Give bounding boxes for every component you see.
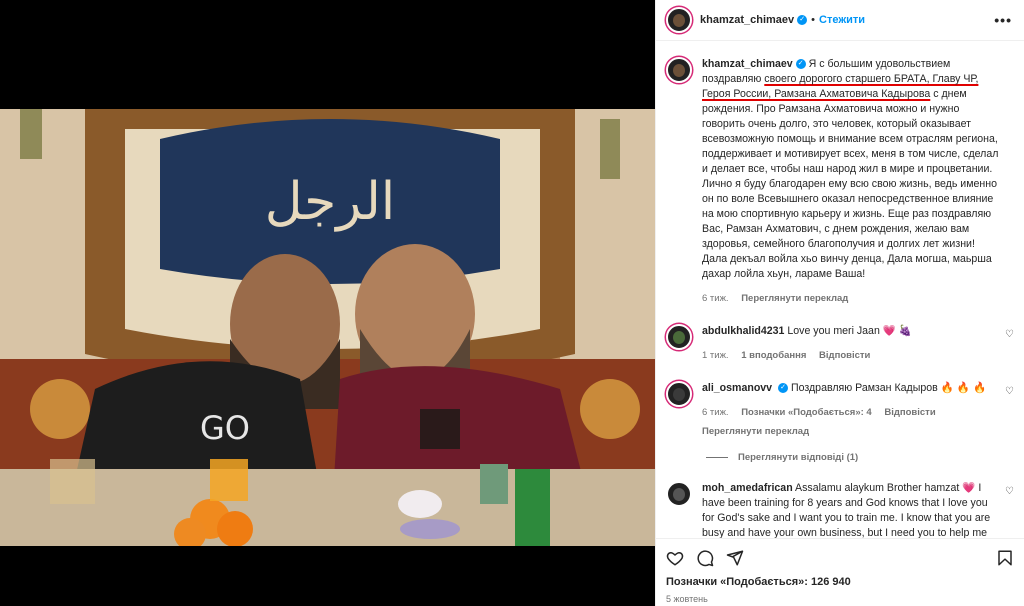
- post-side-panel: khamzat_chimaev ✓ • Стежити ••• khamzat_…: [655, 0, 1024, 606]
- like-comment-heart-icon[interactable]: ♡: [1005, 486, 1014, 497]
- verified-icon: ✓: [797, 15, 808, 25]
- caption-username[interactable]: khamzat_chimaev: [702, 58, 793, 70]
- comment-translate-link[interactable]: Переглянути переклад: [702, 426, 809, 437]
- caption-translate-link[interactable]: Переглянути переклад: [741, 293, 848, 304]
- media-panel: ﺍﻟﺮﺟﻞ GO: [0, 0, 655, 606]
- svg-text:GO: GO: [200, 409, 250, 447]
- comments-list[interactable]: khamzat_chimaev ✓ Я с большим удовольстви…: [656, 42, 1024, 538]
- comment-text: Поздравляю Рамзан Кадыров 🔥 🔥 🔥: [790, 382, 987, 394]
- commenter-avatar[interactable]: [666, 324, 692, 350]
- more-options-icon[interactable]: •••: [994, 12, 1012, 28]
- likes-count[interactable]: Позначки «Подобається»: 126 940: [666, 576, 1014, 588]
- caption-avatar[interactable]: [666, 57, 692, 83]
- share-icon[interactable]: [726, 549, 744, 567]
- post-dialog: ﺍﻟﺮﺟﻞ GO khamzat_chimaev ✓ • Стежити •••…: [0, 0, 1024, 606]
- separator-dot: •: [811, 14, 816, 26]
- photo-illustration: ﺍﻟﺮﺟﻞ GO: [0, 109, 655, 546]
- comment: ali_osmanovv ✓ Поздравляю Рамзан Кадыров…: [666, 381, 1014, 439]
- caption-time[interactable]: 6 тиж.: [702, 293, 729, 304]
- comment: abdulkhalid4231 Love you meri Jaan 💗 🍇 1…: [666, 324, 1014, 363]
- verified-icon: ✓: [778, 383, 789, 394]
- view-replies-button[interactable]: Переглянути відповіді (1): [706, 452, 1014, 463]
- verified-icon: ✓: [795, 59, 806, 70]
- comment-likes[interactable]: Позначки «Подобається»: 4: [741, 407, 871, 418]
- author-avatar[interactable]: [666, 7, 692, 33]
- view-replies-label: Переглянути відповіді (1): [738, 452, 859, 463]
- action-bar: Позначки «Подобається»: 126 940 5 жовтен…: [656, 538, 1024, 606]
- comment-text: Love you meri Jaan 💗 🍇: [787, 325, 913, 337]
- post-date[interactable]: 5 жовтень: [666, 594, 1014, 604]
- comment-time[interactable]: 6 тиж.: [702, 407, 729, 418]
- caption-text-rest: с днем рождения. Про Рамзана Ахматовича …: [702, 88, 999, 280]
- bookmark-icon[interactable]: [996, 549, 1014, 567]
- commenter-avatar[interactable]: [666, 481, 692, 507]
- reply-button[interactable]: Відповісти: [819, 350, 870, 361]
- comment-username[interactable]: abdulkhalid4231: [702, 325, 784, 337]
- follow-button[interactable]: Стежити: [819, 14, 865, 26]
- like-comment-heart-icon[interactable]: ♡: [1005, 329, 1014, 340]
- comment: moh_amedafrican Assalamu alaykum Brother…: [666, 481, 1014, 538]
- commenter-avatar[interactable]: [666, 381, 692, 407]
- comment-username[interactable]: moh_amedafrican: [702, 482, 793, 494]
- comment-icon[interactable]: [696, 549, 714, 567]
- post-header: khamzat_chimaev ✓ • Стежити •••: [656, 0, 1024, 41]
- post-photo[interactable]: ﺍﻟﺮﺟﻞ GO: [0, 109, 655, 546]
- author-username[interactable]: khamzat_chimaev: [700, 14, 794, 26]
- comment-likes[interactable]: 1 вподобання: [741, 350, 806, 361]
- reply-button[interactable]: Відповісти: [884, 407, 935, 418]
- comment-time[interactable]: 1 тиж.: [702, 350, 729, 361]
- replies-divider: [706, 457, 728, 458]
- svg-text:ﺍﻟﺮﺟﻞ: ﺍﻟﺮﺟﻞ: [265, 172, 396, 232]
- heart-icon[interactable]: [666, 549, 684, 567]
- caption: khamzat_chimaev ✓ Я с большим удовольстви…: [666, 57, 1014, 306]
- like-comment-heart-icon[interactable]: ♡: [1005, 386, 1014, 397]
- comment-username[interactable]: ali_osmanovv: [702, 382, 772, 394]
